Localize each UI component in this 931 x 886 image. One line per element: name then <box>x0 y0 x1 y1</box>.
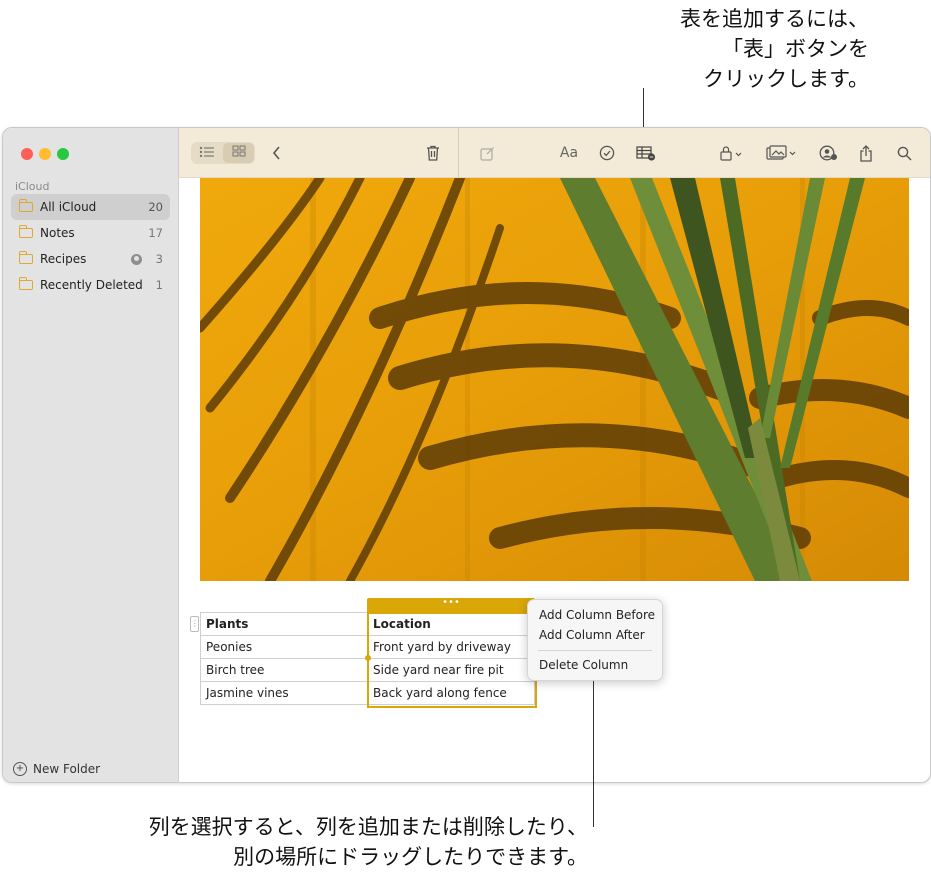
table-cell[interactable]: Birch tree <box>200 658 368 682</box>
folder-label: Notes <box>40 226 75 240</box>
callout-bottom-line-1: 列を選択すると、列を追加または削除したり、 <box>148 815 588 839</box>
sidebar-item-recently-deleted[interactable]: Recently Deleted 1 <box>11 272 170 298</box>
shared-person-icon <box>130 253 142 265</box>
column-context-menu: Add Column Before Add Column After Delet… <box>527 599 663 681</box>
sidebar-section-icloud: iCloud <box>15 180 50 193</box>
menu-separator <box>538 650 652 651</box>
callout-table-button: 表を追加するには、 「表」ボタンを クリックします。 <box>609 4 869 94</box>
sidebar-item-all-icloud[interactable]: All iCloud 20 <box>11 194 170 220</box>
share-icon[interactable] <box>855 142 877 164</box>
table-row: Jasmine vines Back yard along fence <box>200 681 535 705</box>
trash-icon[interactable] <box>422 142 444 164</box>
toolbar: Aa <box>179 128 930 178</box>
notes-window: iCloud All iCloud 20 Notes 17 Recipes 3 … <box>2 127 931 783</box>
note-photo <box>200 178 909 581</box>
table-icon[interactable] <box>634 142 658 164</box>
plus-circle-icon: + <box>13 762 27 776</box>
table-cell[interactable]: Side yard near fire pit <box>367 658 535 682</box>
table-cell[interactable]: Peonies <box>200 635 368 659</box>
format-label: Aa <box>559 145 579 161</box>
column-handle-dots: ••• <box>442 597 460 608</box>
sidebar-item-notes[interactable]: Notes 17 <box>11 220 170 246</box>
zoom-window-button[interactable] <box>57 148 69 160</box>
table-cell[interactable]: Front yard by driveway <box>367 635 535 659</box>
minimize-window-button[interactable] <box>39 148 51 160</box>
collaborate-icon[interactable] <box>816 142 840 164</box>
checklist-icon[interactable] <box>596 142 618 164</box>
folder-count: 20 <box>148 200 163 214</box>
callout-top-line-2: 「表」ボタンを <box>722 37 869 61</box>
lock-icon[interactable] <box>717 142 747 164</box>
toolbar-divider <box>458 128 459 177</box>
new-folder-label: New Folder <box>33 762 101 776</box>
view-mode-control[interactable] <box>191 142 255 164</box>
folder-count: 1 <box>155 278 163 292</box>
shared-folder-icon <box>19 251 33 264</box>
format-icon[interactable]: Aa <box>556 142 582 164</box>
row-handle[interactable]: ⋮ <box>190 616 199 632</box>
back-chevron-icon[interactable] <box>267 142 287 164</box>
folder-count: 3 <box>155 252 163 266</box>
callout-top-line-3: クリックします。 <box>703 67 869 91</box>
compose-icon[interactable] <box>476 142 498 164</box>
callout-column-selection: 列を選択すると、列を追加または削除したり、 別の場所にドラッグしたりできます。 <box>0 812 588 872</box>
folder-icon <box>19 199 33 212</box>
folder-label: Recently Deleted <box>40 278 143 292</box>
callout-top-line-1: 表を追加するには、 <box>680 7 869 31</box>
callout-bottom-leader <box>593 681 594 827</box>
table-cell[interactable]: Location <box>367 612 535 636</box>
menu-item-add-column-before[interactable]: Add Column Before <box>539 608 655 622</box>
callout-bottom-line-2: 別の場所にドラッグしたりできます。 <box>233 845 588 869</box>
plant-photo-image <box>200 178 909 581</box>
new-folder-button[interactable]: + New Folder <box>13 762 100 776</box>
media-icon[interactable] <box>764 142 800 164</box>
table-row: Plants Location <box>200 612 535 636</box>
menu-item-add-column-after[interactable]: Add Column After <box>539 628 645 642</box>
sidebar-item-recipes[interactable]: Recipes 3 <box>11 246 170 272</box>
search-icon[interactable] <box>893 142 915 164</box>
table-cell[interactable]: Jasmine vines <box>200 681 368 705</box>
folder-label: Recipes <box>40 252 87 266</box>
column-selection-handle[interactable]: ••• <box>367 598 535 612</box>
folder-icon <box>19 225 33 238</box>
gallery-view-icon[interactable] <box>223 143 254 163</box>
folder-label: All iCloud <box>40 200 97 214</box>
table-cell[interactable]: Plants <box>200 612 368 636</box>
menu-item-delete-column[interactable]: Delete Column <box>539 658 628 672</box>
folder-count: 17 <box>148 226 163 240</box>
folder-icon <box>19 277 33 290</box>
folder-list: All iCloud 20 Notes 17 Recipes 3 Recentl… <box>11 194 170 298</box>
sidebar: iCloud All iCloud 20 Notes 17 Recipes 3 … <box>3 128 179 782</box>
table-cell[interactable]: Back yard along fence <box>367 681 535 705</box>
close-window-button[interactable] <box>21 148 33 160</box>
list-view-icon[interactable] <box>191 146 222 161</box>
table-row: Birch tree Side yard near fire pit <box>200 658 535 682</box>
insertion-point-dot <box>365 655 371 661</box>
